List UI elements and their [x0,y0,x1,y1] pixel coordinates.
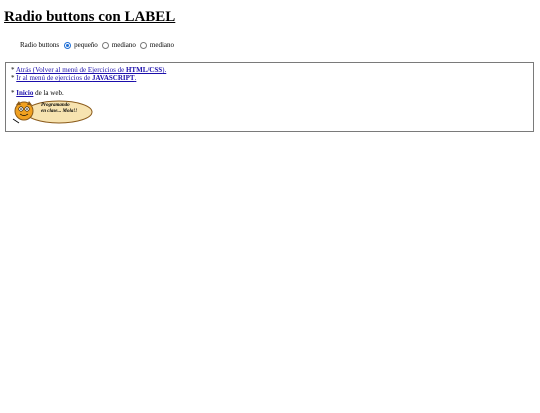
radio-button-mediano-1[interactable] [101,41,109,49]
nav-home-line: * Inicio de la web. [11,89,533,97]
nav-js-line: * Ir al menú de ejercicios de JAVASCRIPT… [11,74,533,82]
bullet: * [11,66,15,74]
bullet: * [11,89,15,97]
back-link-suffix[interactable]: ). [162,66,166,74]
radio-button-mediano-2[interactable] [139,41,147,49]
home-link-bold[interactable]: Inicio [16,89,33,97]
javascript-menu-link[interactable]: Ir al menú de ejercicios de JAVASCRIPT. [16,74,136,82]
logo-text-line1: Programando [41,103,70,108]
bullet: * [11,74,15,82]
home-link-suffix: de la web. [33,89,64,97]
radio-option-pequeno[interactable]: pequeño [64,40,98,50]
page: Radio buttons con LABEL Radio buttons pe… [0,8,540,132]
navigation-box: * Atrás (Volver al menú de Ejercicios de… [5,62,534,132]
radio-option-label[interactable]: pequeño [74,40,98,50]
js-link-bold[interactable]: JAVASCRIPT [92,74,135,82]
page-title: Radio buttons con LABEL [4,9,176,25]
radio-option-label[interactable]: mediano [150,40,174,50]
logo-text: Programando en clase... Mola!! [41,103,77,115]
radio-option-mediano-2[interactable]: mediano [139,40,174,50]
js-link-suffix[interactable]: . [135,74,137,82]
logo-text-line2: en clase... Mola!! [41,109,78,114]
radio-group: Radio buttons pequeño mediano mediano [20,40,536,50]
nav-back-line: * Atrás (Volver al menú de Ejercicios de… [11,66,533,74]
js-link-text[interactable]: Ir al menú de ejercicios de [16,74,92,82]
programando-logo[interactable]: Programando en clase... Mola!! [11,99,93,125]
back-link[interactable]: Atrás (Volver al menú de Ejercicios de H… [16,66,166,74]
radio-option-label[interactable]: mediano [112,40,136,50]
radio-button-pequeno[interactable] [64,41,72,49]
back-link-text[interactable]: Atrás (Volver al menú de Ejercicios de [16,66,126,74]
home-link[interactable]: Inicio [16,89,33,97]
radio-option-mediano-1[interactable]: mediano [101,40,136,50]
back-link-bold[interactable]: HTML/CSS [126,66,162,74]
radio-group-label: Radio buttons [20,41,60,49]
